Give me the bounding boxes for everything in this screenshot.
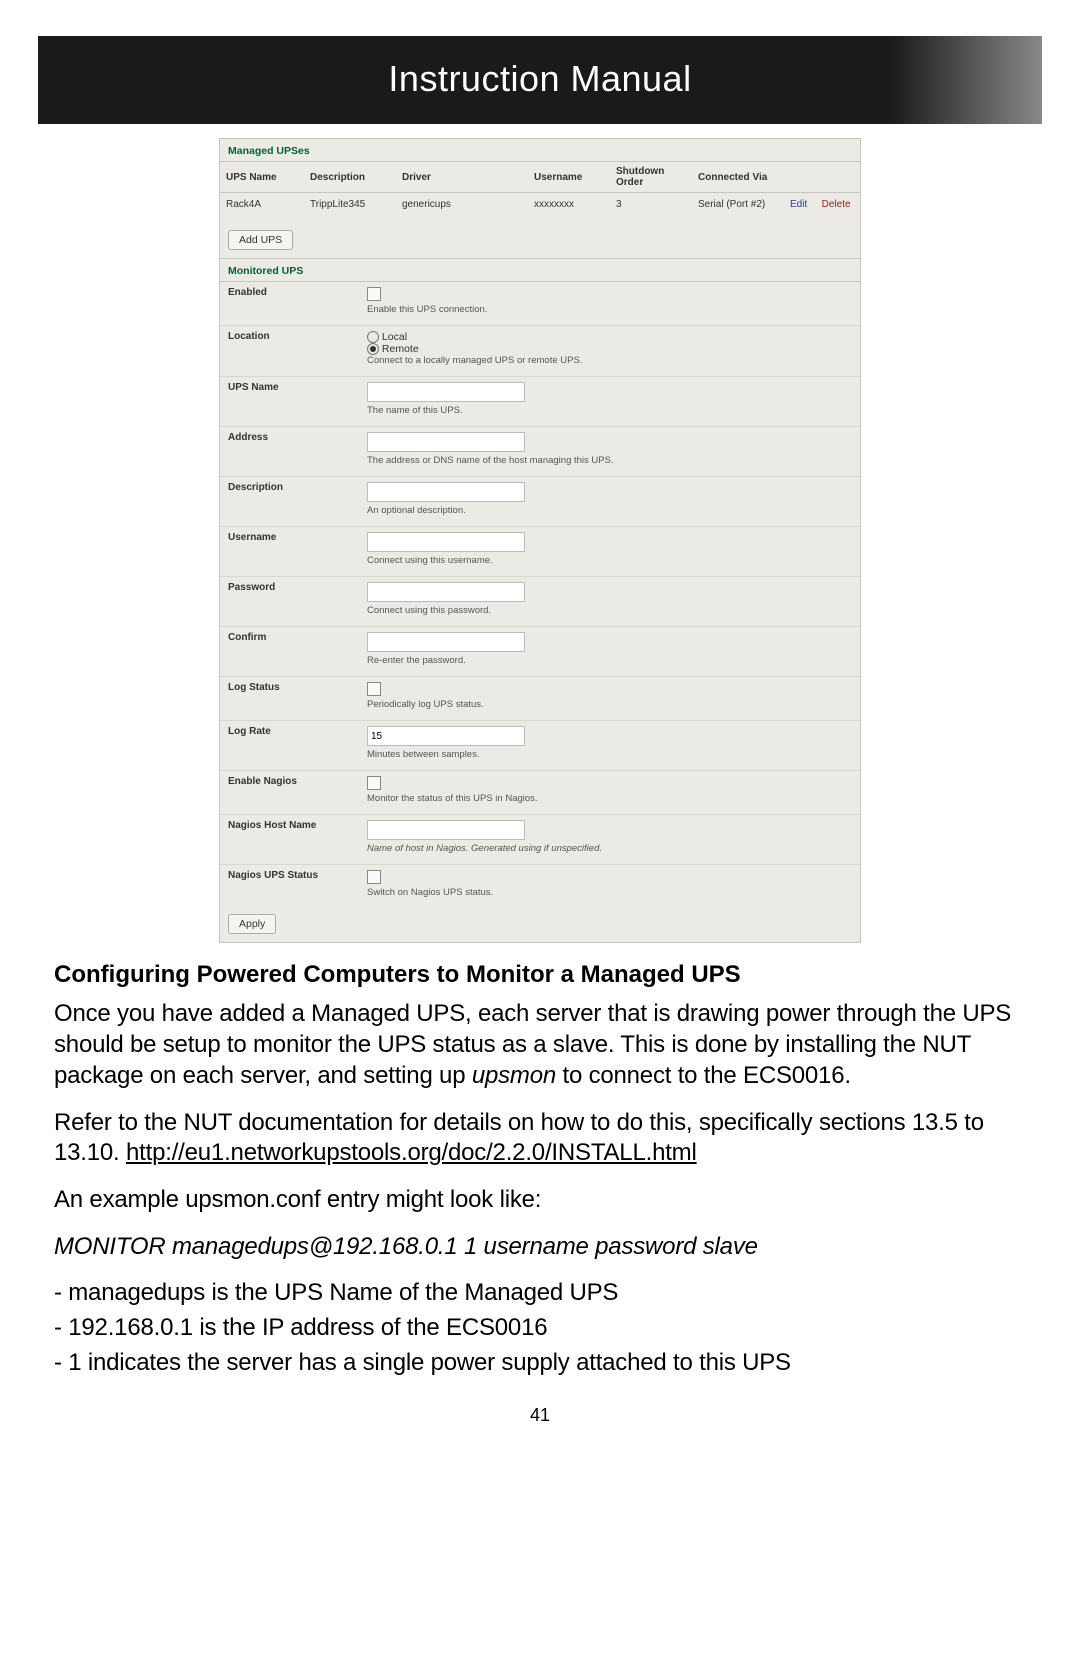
cell-name: Rack4A <box>220 193 304 225</box>
label-username: Username <box>220 527 359 577</box>
input-confirm[interactable] <box>367 632 525 652</box>
help-enablenagios: Monitor the status of this UPS in Nagios… <box>367 793 854 804</box>
managed-upses-title: Managed UPSes <box>220 139 860 162</box>
label-nagiosstatus: Nagios UPS Status <box>220 865 359 909</box>
col-shutdown-order: Shutdown Order <box>610 162 692 193</box>
opt-local: Local <box>382 331 407 343</box>
cell-driver: genericups <box>396 193 528 225</box>
example-monitor-line: MONITOR managedups@192.168.0.1 1 usernam… <box>54 1232 1026 1263</box>
managed-table-row: Rack4A TrippLite345 genericups xxxxxxxx … <box>220 193 860 225</box>
header-bar: Instruction Manual <box>38 36 1042 124</box>
page-title: Instruction Manual <box>388 58 691 99</box>
enablenagios-checkbox[interactable] <box>367 776 381 790</box>
delete-link[interactable]: Delete <box>816 193 860 225</box>
help-nagioshost: Name of host in Nagios. Generated using … <box>367 843 854 854</box>
help-username: Connect using this username. <box>367 555 854 566</box>
nagiosstatus-checkbox[interactable] <box>367 870 381 884</box>
label-logstatus: Log Status <box>220 677 359 721</box>
label-enablenagios: Enable Nagios <box>220 771 359 815</box>
bullet-2: - 192.168.0.1 is the IP address of the E… <box>54 1313 1026 1344</box>
add-ups-button[interactable]: Add UPS <box>228 230 293 250</box>
edit-link[interactable]: Edit <box>784 193 816 225</box>
help-enabled: Enable this UPS connection. <box>367 304 854 315</box>
help-nagiosstatus: Switch on Nagios UPS status. <box>367 887 854 898</box>
help-confirm: Re-enter the password. <box>367 655 854 666</box>
cell-user: xxxxxxxx <box>528 193 610 225</box>
ups-config-screenshot: Managed UPSes UPS Name Description Drive… <box>219 138 861 943</box>
help-address: The address or DNS name of the host mana… <box>367 455 854 466</box>
col-driver: Driver <box>396 162 528 193</box>
label-location: Location <box>220 326 359 377</box>
nut-install-link[interactable]: http://eu1.networkupstools.org/doc/2.2.0… <box>126 1139 697 1166</box>
cell-desc: TrippLite345 <box>304 193 396 225</box>
apply-button[interactable]: Apply <box>228 914 276 934</box>
col-description: Description <box>304 162 396 193</box>
label-confirm: Confirm <box>220 627 359 677</box>
label-nagioshost: Nagios Host Name <box>220 815 359 865</box>
input-username[interactable] <box>367 532 525 552</box>
paragraph-1: Once you have added a Managed UPS, each … <box>54 999 1026 1091</box>
col-connected-via: Connected Via <box>692 162 784 193</box>
input-upsname[interactable] <box>367 382 525 402</box>
opt-remote: Remote <box>382 343 419 355</box>
paragraph-3: An example upsmon.conf entry might look … <box>54 1185 1026 1216</box>
help-location: Connect to a locally managed UPS or remo… <box>367 355 854 366</box>
input-nagioshost[interactable] <box>367 820 525 840</box>
label-lograte: Log Rate <box>220 721 359 771</box>
input-password[interactable] <box>367 582 525 602</box>
radio-remote[interactable] <box>367 343 379 355</box>
paragraph-2: Refer to the NUT documentation for detai… <box>54 1108 1026 1169</box>
help-upsname: The name of this UPS. <box>367 405 854 416</box>
radio-local[interactable] <box>367 331 379 343</box>
label-description: Description <box>220 477 359 527</box>
help-lograte: Minutes between samples. <box>367 749 854 760</box>
label-password: Password <box>220 577 359 627</box>
help-password: Connect using this password. <box>367 605 854 616</box>
help-description: An optional description. <box>367 505 854 516</box>
bullet-1: - managedups is the UPS Name of the Mana… <box>54 1278 1026 1309</box>
input-description[interactable] <box>367 482 525 502</box>
section-heading: Configuring Powered Computers to Monitor… <box>54 961 1026 989</box>
logstatus-checkbox[interactable] <box>367 682 381 696</box>
col-ups-name: UPS Name <box>220 162 304 193</box>
input-lograte[interactable] <box>367 726 525 746</box>
label-enabled: Enabled <box>220 282 359 326</box>
input-address[interactable] <box>367 432 525 452</box>
help-logstatus: Periodically log UPS status. <box>367 699 854 710</box>
label-address: Address <box>220 427 359 477</box>
managed-table-header: UPS Name Description Driver Username Shu… <box>220 162 860 193</box>
col-username: Username <box>528 162 610 193</box>
cell-via: Serial (Port #2) <box>692 193 784 225</box>
cell-order: 3 <box>610 193 692 225</box>
label-upsname: UPS Name <box>220 377 359 427</box>
bullet-3: - 1 indicates the server has a single po… <box>54 1348 1026 1379</box>
page-number: 41 <box>0 1405 1080 1426</box>
enabled-checkbox[interactable] <box>367 287 381 301</box>
monitored-ups-title: Monitored UPS <box>220 258 860 282</box>
